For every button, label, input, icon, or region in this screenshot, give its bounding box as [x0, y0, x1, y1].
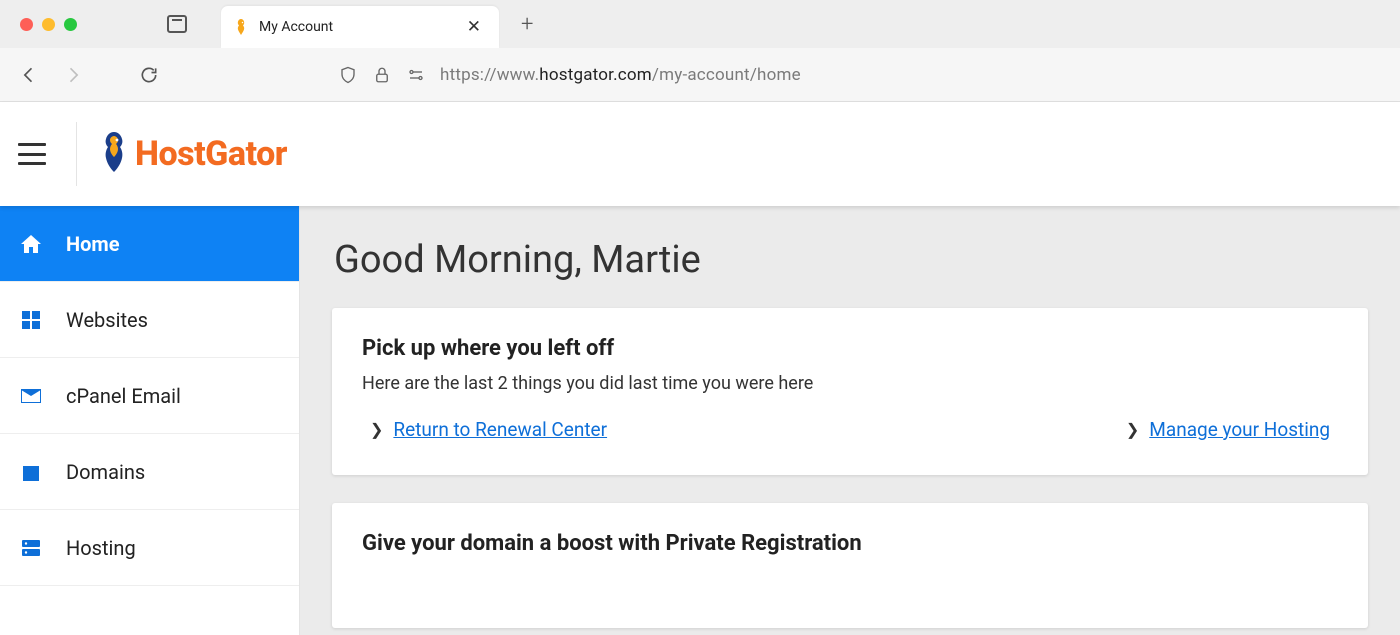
home-icon [18, 231, 44, 257]
pickup-links: ❯ Return to Renewal Center ❯ Manage your… [362, 418, 1338, 441]
sidebar: Home Websites cPanel Email Domains Hosti… [0, 206, 300, 635]
sidebar-toggle-icon[interactable] [167, 15, 187, 33]
menu-button[interactable] [18, 143, 46, 165]
server-icon [18, 535, 44, 561]
chevron-right-icon: ❯ [1126, 420, 1139, 439]
tab-title: My Account [259, 19, 453, 35]
tab-favicon-icon [233, 19, 249, 35]
browser-tab[interactable]: My Account ✕ [221, 6, 499, 48]
pickup-card: Pick up where you left off Here are the … [332, 308, 1368, 475]
sidebar-item-label: Home [66, 232, 120, 256]
sidebar-item-hosting[interactable]: Hosting [0, 510, 299, 586]
divider [76, 122, 77, 186]
url-prefix: https://www. [440, 65, 539, 85]
permissions-icon [406, 65, 426, 85]
main-content: Good Morning, Martie Pick up where you l… [300, 206, 1400, 635]
url-box[interactable]: https://www.hostgator.com/my-account/hom… [338, 65, 801, 85]
grid-icon [18, 307, 44, 333]
app-body: Home Websites cPanel Email Domains Hosti… [0, 206, 1400, 635]
browser-address-bar: https://www.hostgator.com/my-account/hom… [0, 48, 1400, 102]
url-text: https://www.hostgator.com/my-account/hom… [440, 65, 801, 85]
browser-tab-strip: My Account ✕ + [0, 0, 1400, 48]
shield-icon [338, 65, 358, 85]
new-tab-button[interactable]: + [521, 12, 533, 37]
brand-wordmark: HostGator [135, 134, 287, 174]
manage-hosting-link[interactable]: ❯ Manage your Hosting [1126, 418, 1330, 441]
link-label: Return to Renewal Center [393, 418, 607, 441]
window-controls [20, 18, 77, 31]
tab-close-button[interactable]: ✕ [463, 17, 485, 37]
pickup-subtitle: Here are the last 2 things you did last … [362, 373, 1338, 394]
return-renewal-center-link[interactable]: ❯ Return to Renewal Center [370, 418, 607, 441]
sidebar-item-label: Hosting [66, 536, 136, 560]
url-path: /my-account/home [652, 65, 801, 85]
lock-icon [372, 65, 392, 85]
gator-mascot-icon [99, 130, 129, 178]
promo-card: Give your domain a boost with Private Re… [332, 503, 1368, 628]
sidebar-item-websites[interactable]: Websites [0, 282, 299, 358]
window-minimize-button[interactable] [42, 18, 55, 31]
link-label: Manage your Hosting [1149, 418, 1330, 441]
window-maximize-button[interactable] [64, 18, 77, 31]
sidebar-item-label: cPanel Email [66, 384, 181, 408]
promo-title: Give your domain a boost with Private Re… [362, 531, 1338, 556]
chevron-right-icon: ❯ [370, 420, 383, 439]
window-close-button[interactable] [20, 18, 33, 31]
sidebar-item-label: Domains [66, 460, 145, 484]
sidebar-item-cpanel-email[interactable]: cPanel Email [0, 358, 299, 434]
pickup-title: Pick up where you left off [362, 336, 1338, 361]
brand-logo[interactable]: HostGator [99, 130, 287, 178]
sidebar-item-home[interactable]: Home [0, 206, 299, 282]
sidebar-item-domains[interactable]: Domains [0, 434, 299, 510]
mail-icon [18, 383, 44, 409]
building-icon [18, 459, 44, 485]
page-greeting: Good Morning, Martie [334, 238, 1368, 282]
sidebar-item-label: Websites [66, 308, 148, 332]
reload-button[interactable] [136, 62, 162, 88]
url-host: hostgator.com [539, 65, 652, 85]
app-header: HostGator [0, 102, 1400, 206]
back-button[interactable] [16, 62, 42, 88]
forward-button[interactable] [60, 62, 86, 88]
